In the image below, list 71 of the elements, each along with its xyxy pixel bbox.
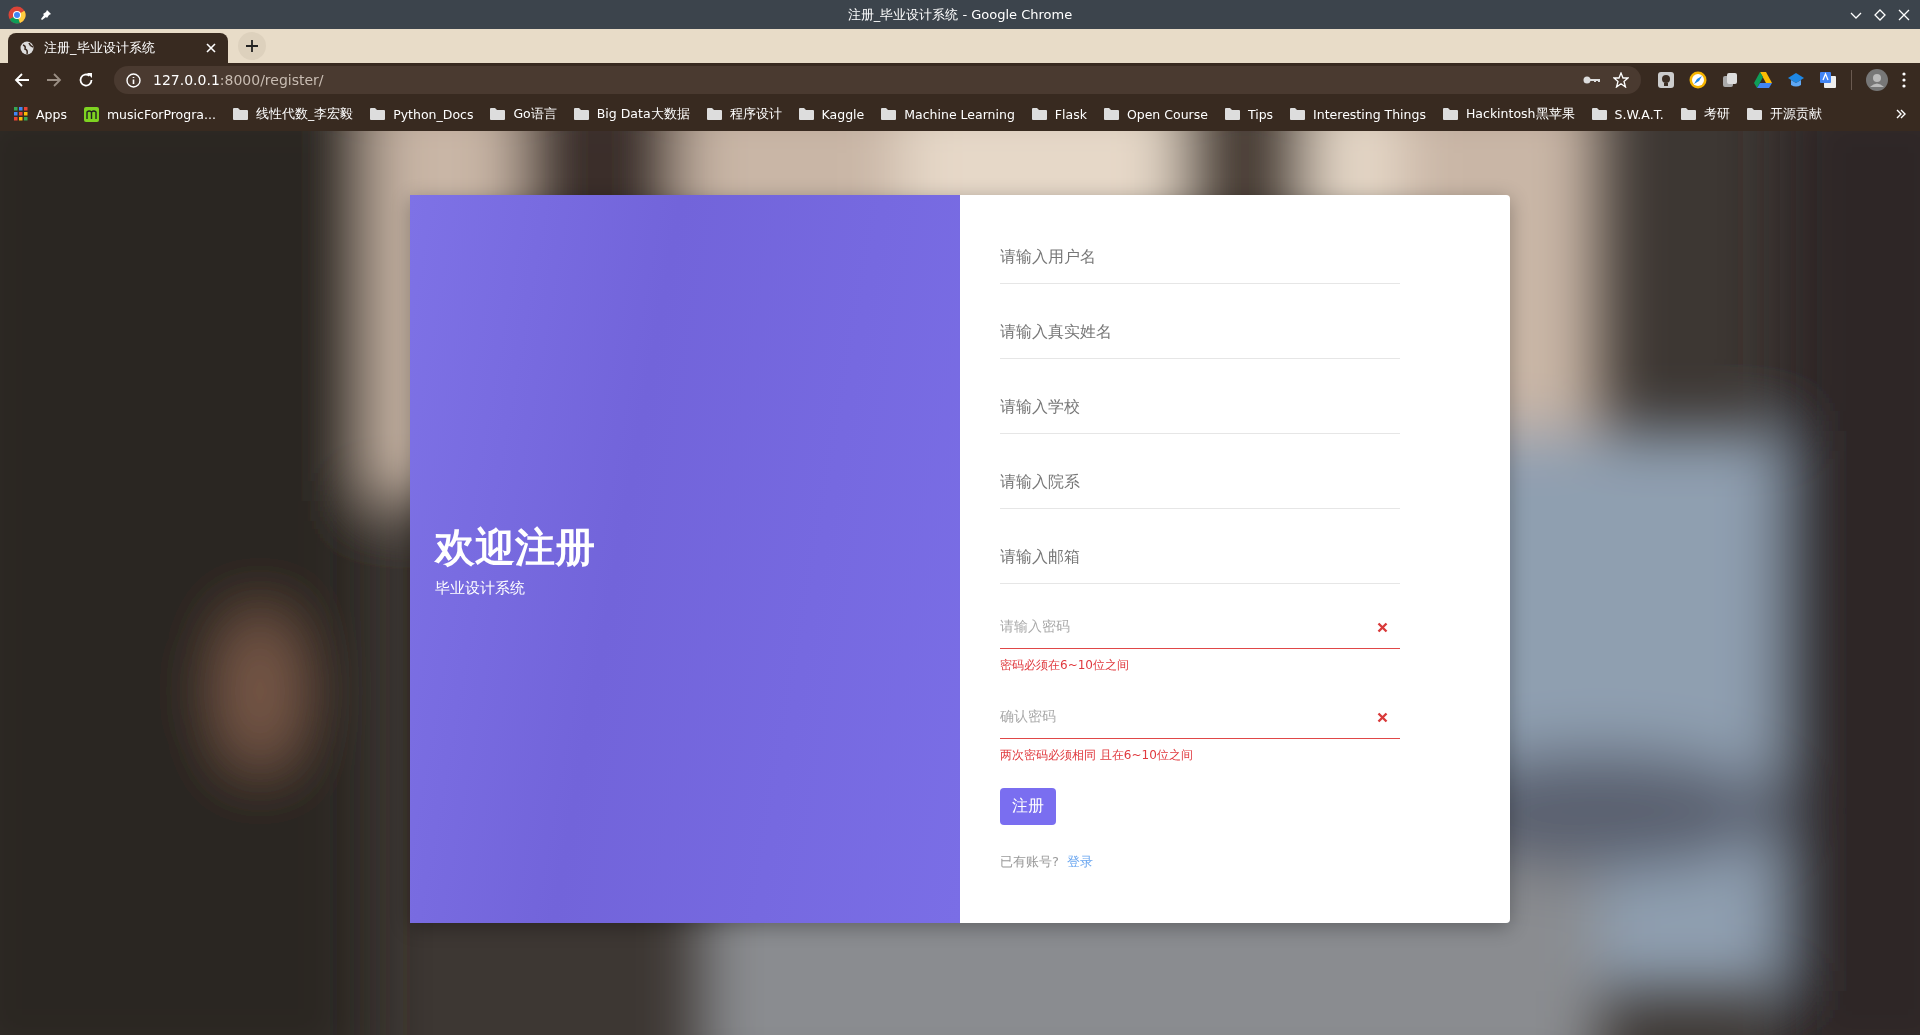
site-favicon-icon — [83, 106, 99, 122]
bookmark[interactable]: S.W.A.T. — [1591, 106, 1664, 122]
folder-icon — [573, 108, 589, 120]
register-button[interactable]: 注册 — [1000, 788, 1056, 825]
error-message: 密码必须在6~10位之间 — [1000, 657, 1130, 674]
folder-icon — [1103, 108, 1119, 120]
folder-icon — [706, 108, 722, 120]
bookmark[interactable]: Big Data大数据 — [573, 105, 690, 123]
error-icon — [1377, 711, 1388, 723]
bookmark[interactable]: Flask — [1031, 106, 1087, 122]
browser-tab[interactable]: 注册_毕业设计系统 — [8, 33, 228, 63]
bookmark[interactable]: Machine Learning — [881, 106, 1015, 122]
folder-icon — [1442, 108, 1458, 120]
menu-icon[interactable] — [1902, 72, 1906, 88]
bookmark[interactable]: Kaggle — [798, 106, 865, 122]
pin-icon[interactable] — [40, 8, 52, 21]
error-message: 两次密码必须相同 且在6~10位之间 — [1000, 747, 1194, 764]
bookmark[interactable]: 考研 — [1680, 105, 1730, 123]
folder-icon — [1290, 108, 1306, 120]
close-icon[interactable] — [206, 43, 216, 53]
folder-icon — [1224, 108, 1240, 120]
folder-icon — [1591, 108, 1607, 120]
folder-icon — [490, 108, 506, 120]
bookmark[interactable]: Open Course — [1103, 106, 1208, 122]
bookmark[interactable]: Python_Docs — [370, 106, 474, 122]
window-title: 注册_毕业设计系统 - Google Chrome — [847, 5, 1073, 24]
welcome-subtitle: 毕业设计系统 — [435, 579, 526, 598]
tab-title: 注册_毕业设计系统 — [44, 39, 156, 57]
folder-icon — [370, 108, 386, 120]
compass-icon[interactable] — [1689, 71, 1707, 89]
welcome-title: 欢迎注册 — [435, 523, 595, 572]
lightbulb-icon[interactable] — [1657, 71, 1675, 89]
back-icon[interactable] — [14, 72, 30, 88]
bookmark[interactable]: Tips — [1224, 106, 1274, 122]
translate-icon[interactable] — [1819, 71, 1837, 89]
key-icon[interactable] — [1583, 74, 1601, 86]
input-field[interactable]: 确认密码 — [1000, 694, 1400, 739]
avatar-icon[interactable] — [1866, 69, 1888, 91]
new-tab-icon[interactable] — [238, 32, 266, 60]
reload-icon[interactable] — [78, 72, 94, 88]
star-icon[interactable] — [1613, 72, 1629, 88]
bookmark[interactable]: Go语言 — [490, 105, 557, 123]
apps-grid-icon — [14, 107, 28, 121]
bookmark[interactable]: Apps — [14, 106, 67, 122]
folder-icon — [1031, 108, 1047, 120]
address-bar[interactable]: 127.0.0.1:8000/register/ — [114, 66, 1641, 94]
close-icon[interactable] — [1898, 8, 1910, 21]
folder-icon — [232, 108, 248, 120]
bookmark[interactable]: Hackintosh黑苹果 — [1442, 105, 1575, 123]
input-field[interactable]: 请输入密码 — [1000, 604, 1400, 649]
bookmark[interactable]: 线性代数_李宏毅 — [232, 105, 354, 123]
bookmark[interactable]: 程序设计 — [706, 105, 782, 123]
folder-icon — [798, 108, 814, 120]
folder-icon — [1746, 108, 1762, 120]
triangle-icon[interactable] — [1753, 71, 1773, 89]
error-icon — [1377, 621, 1388, 633]
copy-icon[interactable] — [1721, 71, 1739, 89]
more-bookmarks-icon[interactable] — [1896, 109, 1906, 119]
url-text: 127.0.0.1:8000/register/ — [153, 72, 324, 88]
folder-icon — [1680, 108, 1696, 120]
bookmark[interactable]: musicForProgra... — [83, 106, 216, 122]
login-prompt: 已有账号? — [1000, 853, 1059, 871]
graduation-cap-icon[interactable] — [1787, 71, 1805, 89]
chrome-logo-icon — [8, 5, 26, 24]
folder-icon — [881, 108, 897, 120]
bookmark[interactable]: Interesting Things — [1290, 106, 1426, 122]
forward-icon[interactable] — [46, 72, 62, 88]
maximize-icon[interactable] — [1874, 8, 1886, 21]
globe-icon — [20, 41, 34, 55]
info-icon — [126, 72, 141, 88]
bookmark[interactable]: 开源贡献 — [1746, 105, 1822, 123]
